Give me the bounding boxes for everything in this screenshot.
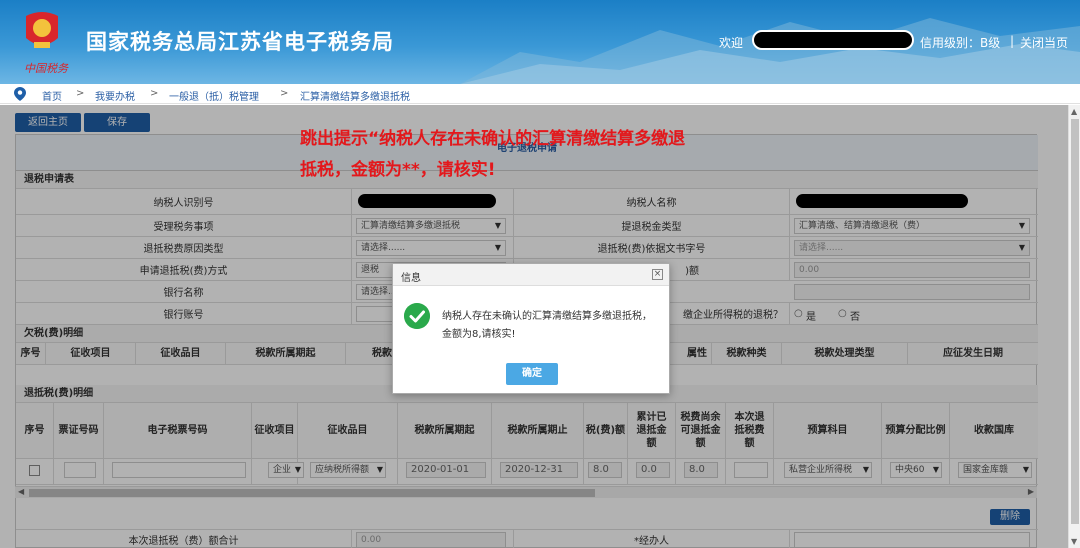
slogan-logo-text: 中国税务 — [24, 62, 68, 75]
annotation-text: 跳出提示“纳税人存在未确认的汇算清缴结算多缴退 抵税，金额为**，请核实! — [300, 124, 800, 186]
scroll-down-icon[interactable]: ▼ — [1071, 537, 1077, 546]
breadcrumb-sep: > — [76, 88, 85, 99]
redacted-username — [752, 30, 914, 50]
breadcrumb-sep: > — [150, 88, 159, 99]
vertical-scrollbar[interactable]: ▲ ▼ — [1068, 105, 1080, 548]
success-check-icon — [404, 303, 430, 329]
close-page-link[interactable]: 关闭当页 — [1020, 34, 1068, 51]
vertical-scroll-thumb[interactable] — [1071, 119, 1079, 524]
info-dialog: 信息 × 纳税人存在未确认的汇算清缴结算多缴退抵税，金额为8,请核实! 确定 — [392, 263, 670, 394]
tax-emblem-icon — [26, 12, 58, 48]
app-header: 国家税务总局江苏省电子税务局 中国税务 欢迎 信用级别：B级 | 关闭当页 — [0, 0, 1080, 84]
breadcrumb-current: 汇算清缴结算多缴退抵税 — [300, 92, 410, 103]
annotation-line-2: 抵税，金额为**，请核实! — [300, 160, 496, 180]
dialog-header: 信息 × — [393, 264, 669, 286]
breadcrumb-refund-management[interactable]: 一般退（抵）税管理 — [169, 88, 259, 103]
scroll-up-icon[interactable]: ▲ — [1071, 107, 1077, 116]
credit-level: 信用级别：B级 — [920, 36, 1001, 50]
confirm-button[interactable]: 确定 — [506, 363, 558, 385]
annotation-line-1: 跳出提示“纳税人存在未确认的汇算清缴结算多缴退 — [300, 129, 686, 149]
location-pin-icon — [14, 87, 26, 101]
breadcrumb-home[interactable]: 首页 — [42, 88, 62, 103]
breadcrumb-sep: > — [280, 88, 289, 99]
header-separator: | — [1010, 34, 1015, 48]
breadcrumb-tax-service[interactable]: 我要办税 — [95, 88, 135, 103]
breadcrumb: 首页 > 我要办税 > 一般退（抵）税管理 > 汇算清缴结算多缴退抵税 — [0, 84, 1080, 104]
dialog-title: 信息 — [401, 273, 421, 284]
dialog-message: 纳税人存在未确认的汇算清缴结算多缴退抵税，金额为8,请核实! — [442, 311, 652, 340]
welcome-text: 欢迎 — [719, 36, 744, 50]
app-title: 国家税务总局江苏省电子税务局 — [86, 30, 394, 54]
close-icon[interactable]: × — [652, 269, 663, 280]
